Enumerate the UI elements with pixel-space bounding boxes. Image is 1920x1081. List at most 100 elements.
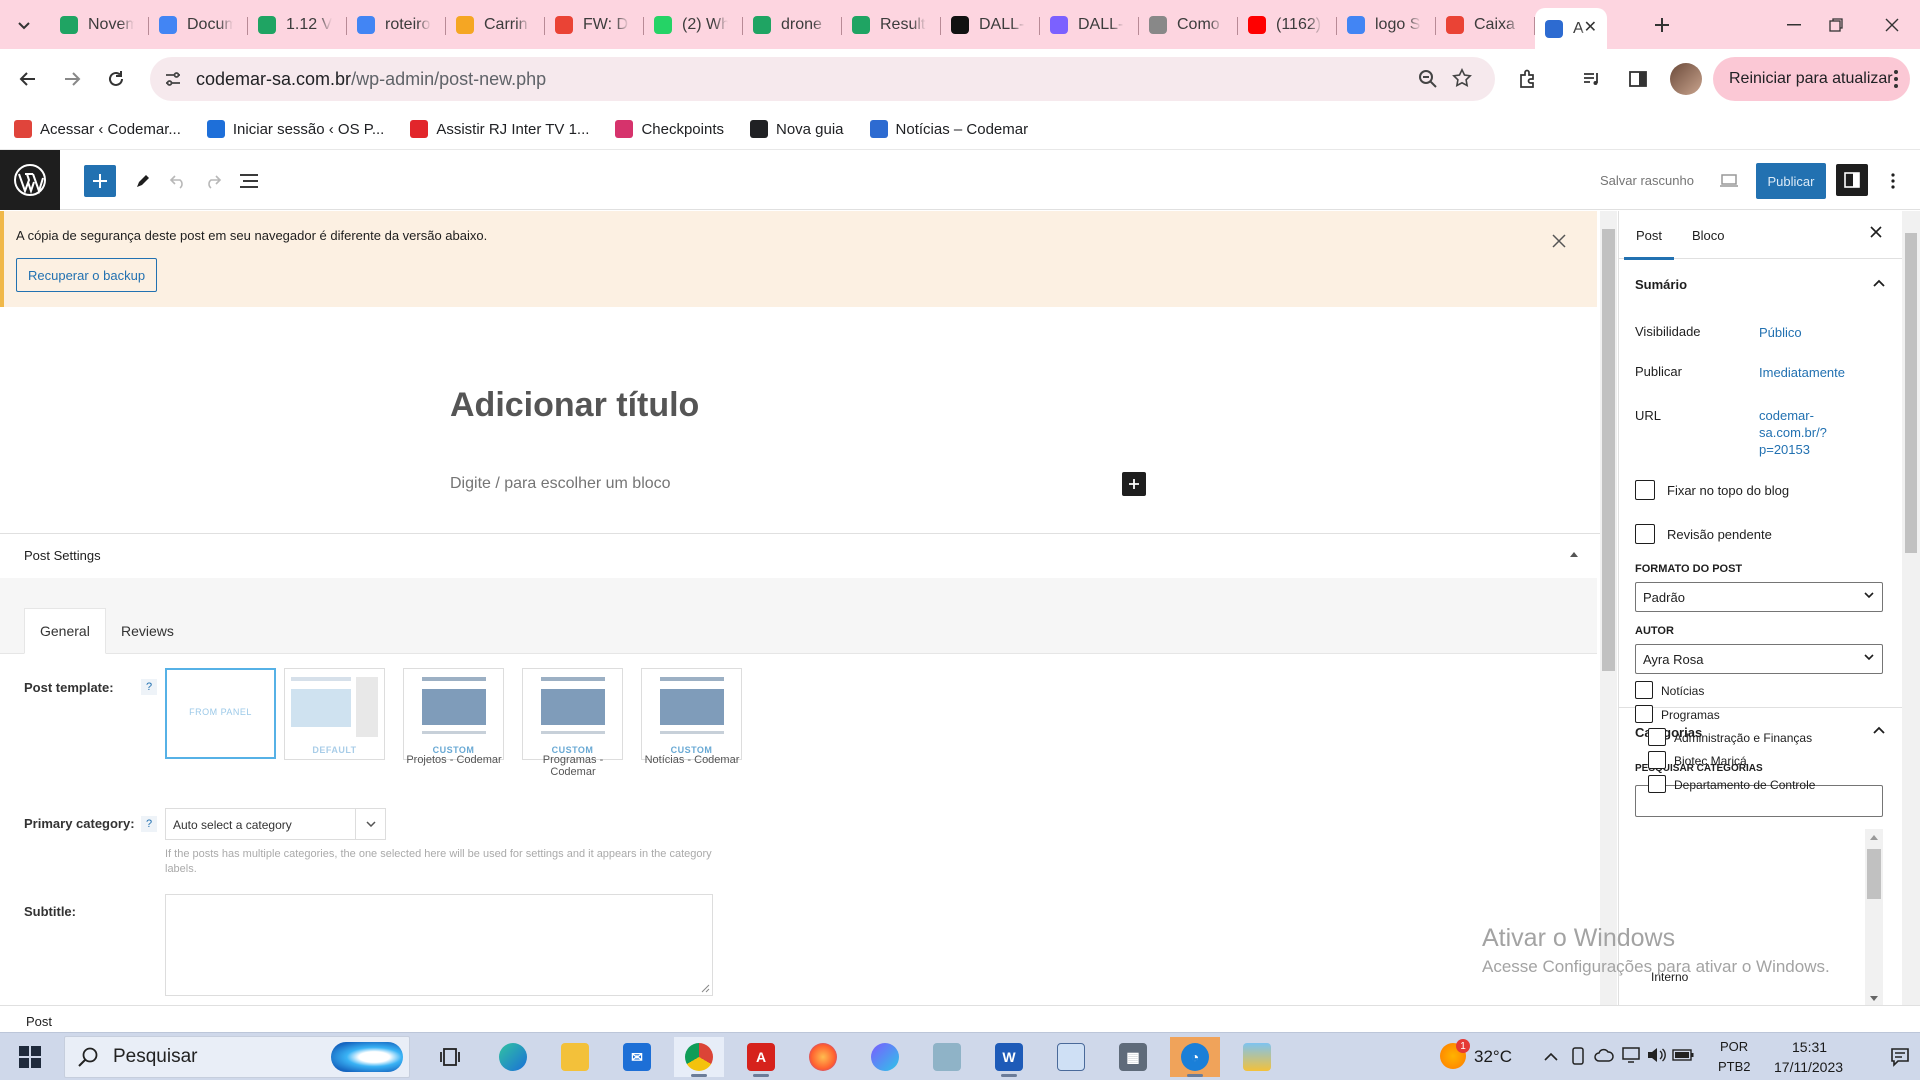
stick-top-checkbox[interactable] bbox=[1635, 480, 1655, 500]
clock-date[interactable]: 17/11/2023 bbox=[1774, 1059, 1843, 1075]
settings-toggle-button[interactable] bbox=[1836, 164, 1868, 196]
browser-tab[interactable]: (1162) bbox=[1238, 8, 1337, 42]
collapse-caret-icon[interactable] bbox=[1570, 551, 1578, 557]
address-bar[interactable]: codemar-sa.com.br/wp-admin/post-new.php bbox=[150, 57, 1495, 101]
publish-button[interactable]: Publicar bbox=[1756, 163, 1826, 199]
mail-app[interactable]: ✉ bbox=[612, 1037, 662, 1077]
start-button[interactable] bbox=[0, 1033, 60, 1081]
keyboard-layout[interactable]: PTB2 bbox=[1718, 1059, 1751, 1074]
task-view-button[interactable] bbox=[426, 1037, 476, 1077]
site-info-icon[interactable] bbox=[164, 70, 182, 88]
browser-tab[interactable]: (2) Wh bbox=[644, 8, 743, 42]
help-icon[interactable]: ? bbox=[141, 679, 157, 695]
acrobat-app[interactable]: A bbox=[736, 1037, 786, 1077]
clock-time[interactable]: 15:31 bbox=[1792, 1039, 1827, 1055]
browser-tab[interactable]: Novem bbox=[50, 8, 149, 42]
restore-backup-button[interactable]: Recuperar o backup bbox=[16, 258, 158, 292]
restore-button[interactable] bbox=[1808, 0, 1864, 49]
sidebar-scrollbar[interactable] bbox=[1902, 211, 1920, 1005]
calculator-app[interactable]: ▦ bbox=[1108, 1037, 1158, 1077]
chrome-app[interactable] bbox=[674, 1037, 724, 1077]
browser-tab[interactable]: Result bbox=[842, 8, 941, 42]
tab-block[interactable]: Bloco bbox=[1692, 211, 1725, 259]
taskbar-search[interactable]: Pesquisar bbox=[64, 1036, 410, 1078]
bookmark-star-icon[interactable] bbox=[1452, 68, 1472, 88]
close-tab-icon[interactable]: ✕ bbox=[1584, 17, 1597, 37]
tab-general[interactable]: General bbox=[24, 608, 106, 654]
notepad-app[interactable] bbox=[1046, 1037, 1096, 1077]
profile-avatar[interactable] bbox=[1670, 63, 1702, 95]
tab-search-button[interactable] bbox=[10, 12, 38, 38]
bookmark-item[interactable]: Iniciar sessão ‹ OS P... bbox=[206, 120, 384, 138]
redo-button[interactable] bbox=[198, 166, 228, 196]
browser-tab[interactable]: FW: D bbox=[545, 8, 644, 42]
extensions-button[interactable] bbox=[1512, 63, 1544, 95]
document-overview-button[interactable] bbox=[234, 166, 264, 196]
options-button[interactable] bbox=[1878, 166, 1908, 196]
help-icon[interactable]: ? bbox=[141, 816, 157, 832]
category-checkbox[interactable] bbox=[1635, 681, 1653, 699]
browser-tab[interactable]: A ✕ bbox=[1535, 8, 1607, 49]
bookmark-item[interactable]: Nova guia bbox=[749, 120, 844, 138]
chevron-up-icon[interactable] bbox=[1873, 279, 1885, 287]
browser-tab[interactable]: Caixa bbox=[1436, 8, 1535, 42]
preview-button[interactable] bbox=[1714, 166, 1744, 196]
editor-scrollbar[interactable] bbox=[1600, 211, 1617, 1005]
close-window-button[interactable] bbox=[1864, 0, 1920, 49]
block-placeholder[interactable]: Digite / para escolher um bloco bbox=[450, 475, 671, 493]
browser-tab[interactable]: roteiro bbox=[347, 8, 446, 42]
bookmark-item[interactable]: Acessar ‹ Codemar... bbox=[14, 120, 181, 138]
author-select[interactable]: Ayra Rosa bbox=[1635, 644, 1883, 674]
bookmark-item[interactable]: Notícias – Codemar bbox=[869, 120, 1028, 138]
tools-button[interactable] bbox=[128, 166, 158, 196]
dismiss-notice-icon[interactable] bbox=[1551, 233, 1567, 249]
post-format-select[interactable]: Padrão bbox=[1635, 582, 1883, 612]
new-tab-button[interactable] bbox=[1648, 12, 1676, 38]
summary-heading[interactable]: Sumário bbox=[1635, 277, 1687, 292]
firefox-app[interactable] bbox=[798, 1037, 848, 1077]
save-draft-button[interactable]: Salvar rascunho bbox=[1600, 173, 1694, 188]
wordpress-logo-icon[interactable] bbox=[0, 150, 60, 210]
url-value[interactable]: codemar- sa.com.br/? p=20153 bbox=[1759, 407, 1827, 458]
copilot-app[interactable] bbox=[860, 1037, 910, 1077]
category-checkbox[interactable] bbox=[1648, 775, 1666, 793]
pending-review-checkbox[interactable] bbox=[1635, 524, 1655, 544]
browser-tab[interactable]: 1.12 V bbox=[248, 8, 347, 42]
block-inserter-button[interactable] bbox=[84, 165, 116, 197]
subtitle-textarea[interactable] bbox=[165, 894, 713, 996]
photos-app[interactable] bbox=[1232, 1037, 1282, 1077]
template-programas[interactable]: CUSTOM bbox=[522, 668, 623, 760]
category-checkbox[interactable] bbox=[1648, 728, 1666, 746]
template-noticias[interactable]: CUSTOM bbox=[641, 668, 742, 760]
post-title-input[interactable]: Adicionar título bbox=[450, 386, 699, 425]
visibility-value[interactable]: Público bbox=[1759, 324, 1802, 341]
media-controls-button[interactable] bbox=[1576, 63, 1608, 95]
template-from-panel[interactable]: FROM PANEL bbox=[165, 668, 276, 759]
breadcrumb-item[interactable]: Post bbox=[26, 1014, 52, 1029]
language-code[interactable]: POR bbox=[1720, 1039, 1748, 1054]
bookmark-item[interactable]: Assistir RJ Inter TV 1... bbox=[410, 120, 589, 138]
bookmark-item[interactable]: Checkpoints bbox=[615, 120, 724, 138]
browser-tab[interactable]: logo S bbox=[1337, 8, 1436, 42]
add-block-button[interactable] bbox=[1122, 472, 1146, 496]
browser-tab[interactable]: drone bbox=[743, 8, 842, 42]
reload-button[interactable] bbox=[100, 63, 132, 95]
word-app[interactable]: W bbox=[984, 1037, 1034, 1077]
template-default[interactable]: DEFAULT bbox=[284, 668, 385, 760]
browser-tab[interactable]: DALL-E bbox=[941, 8, 1040, 42]
undo-button[interactable] bbox=[163, 166, 193, 196]
forward-button[interactable] bbox=[56, 63, 88, 95]
edge-app[interactable] bbox=[488, 1037, 538, 1077]
chevron-up-icon[interactable] bbox=[1873, 726, 1885, 734]
file-explorer-app[interactable] bbox=[550, 1037, 600, 1077]
app-launcher[interactable] bbox=[922, 1037, 972, 1077]
browser-tab[interactable]: Como bbox=[1139, 8, 1238, 42]
side-panel-button[interactable] bbox=[1622, 63, 1654, 95]
browser-tab[interactable]: Docum bbox=[149, 8, 248, 42]
template-projetos[interactable]: CUSTOM bbox=[403, 668, 504, 760]
tab-post[interactable]: Post bbox=[1623, 211, 1675, 260]
tab-reviews[interactable]: Reviews bbox=[106, 608, 189, 654]
browser-tab[interactable]: Carrin bbox=[446, 8, 545, 42]
browser-tab[interactable]: DALL-E bbox=[1040, 8, 1139, 42]
close-sidebar-icon[interactable] bbox=[1869, 225, 1883, 239]
